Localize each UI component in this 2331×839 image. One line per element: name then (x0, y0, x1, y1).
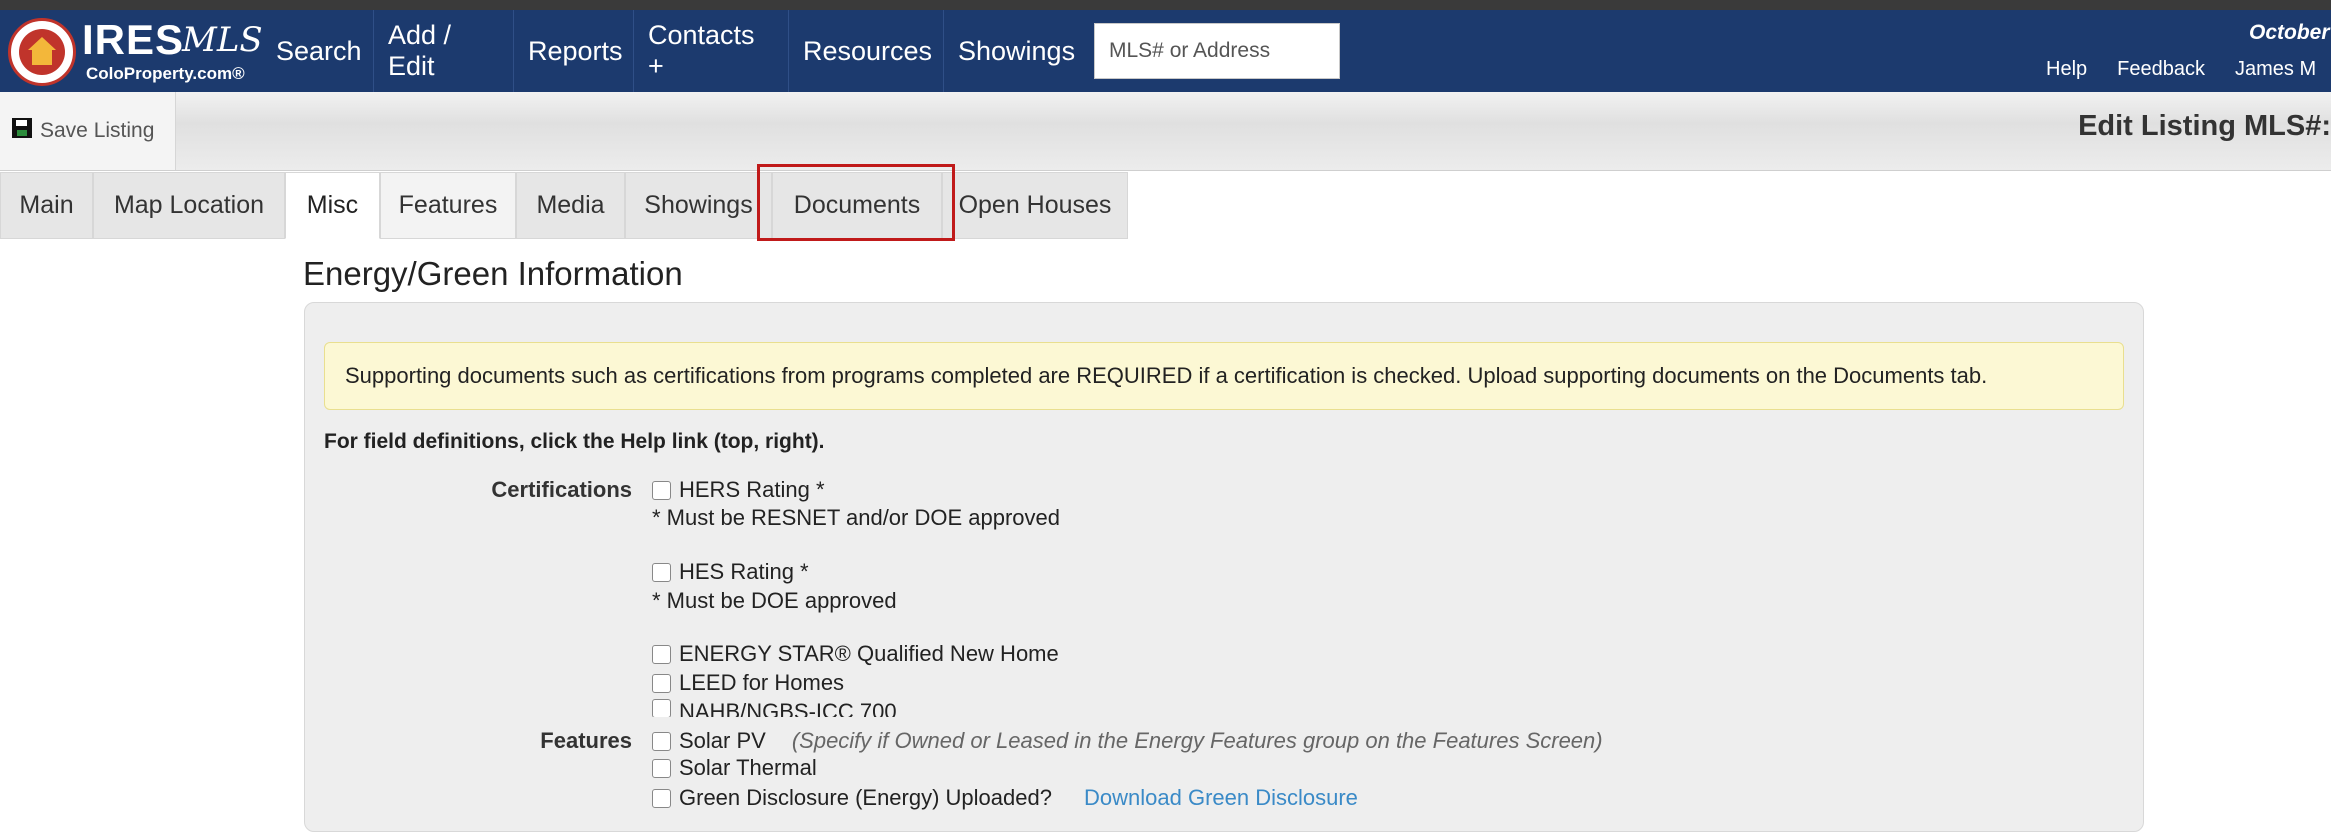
leed-checkbox[interactable] (652, 673, 671, 693)
nav-resources[interactable]: Resources (789, 10, 944, 92)
user-menu[interactable]: James M (2235, 56, 2316, 82)
nav-search[interactable]: Search (262, 10, 374, 92)
nahb-row: NAHB/NGBS-ICC 700 (652, 699, 897, 717)
hes-rating-row: HES Rating * (652, 559, 809, 585)
hers-rating-row: HERS Rating * (652, 477, 825, 503)
section-title: Energy/Green Information (303, 255, 683, 292)
solar-pv-checkbox[interactable] (652, 731, 671, 751)
tab-showings[interactable]: Showings (625, 172, 772, 239)
hes-rating-note: * Must be DOE approved (652, 588, 897, 613)
nahb-checkbox[interactable] (652, 699, 671, 717)
energy-star-checkbox[interactable] (652, 644, 671, 664)
nav-add-edit[interactable]: Add / Edit (374, 10, 514, 92)
green-disclosure-row: Green Disclosure (Energy) Uploaded? (652, 785, 1052, 811)
top-links: Help Feedback James M (2046, 56, 2316, 82)
date-text: October (2249, 21, 2330, 44)
nav-showings[interactable]: Showings (944, 10, 1092, 92)
nav-contacts[interactable]: Contacts + (634, 10, 789, 92)
solar-thermal-row: Solar Thermal (652, 757, 817, 779)
green-disclosure-checkbox[interactable] (652, 788, 671, 808)
tab-open-houses[interactable]: Open Houses (942, 172, 1128, 239)
documents-notice: Supporting documents such as certificati… (324, 342, 2124, 410)
tab-documents[interactable]: Documents (772, 172, 942, 239)
certifications-label: Certifications (491, 477, 632, 502)
logo-script: MLS (182, 20, 263, 60)
leed-row: LEED for Homes (652, 670, 844, 696)
floppy-disk-icon (12, 118, 32, 138)
features-label: Features (540, 728, 632, 753)
energy-star-label: ENERGY STAR® Qualified New Home (679, 641, 1059, 666)
hes-rating-checkbox[interactable] (652, 562, 671, 582)
tab-bar: Main Map Location Misc Features Media Sh… (0, 172, 2331, 240)
mls-search-input[interactable] (1094, 23, 1340, 79)
solar-pv-label: Solar PV (679, 728, 766, 753)
solar-pv-row: Solar PV (Specify if Owned or Leased in … (652, 728, 1603, 754)
tab-map-location[interactable]: Map Location (93, 172, 285, 239)
energy-star-row: ENERGY STAR® Qualified New Home (652, 641, 1059, 667)
hers-rating-label: HERS Rating * (679, 477, 825, 502)
hers-rating-note: * Must be RESNET and/or DOE approved (652, 505, 1061, 530)
edit-listing-title: Edit Listing MLS#: (2078, 110, 2331, 142)
nav-reports[interactable]: Reports (514, 10, 634, 92)
hers-rating-checkbox[interactable] (652, 480, 671, 500)
solar-thermal-checkbox[interactable] (652, 758, 671, 778)
tab-media[interactable]: Media (516, 172, 625, 239)
help-link[interactable]: Help (2046, 56, 2087, 82)
nahb-label: NAHB/NGBS-ICC 700 (679, 699, 897, 717)
window-top-border (0, 0, 2331, 10)
save-listing-label: Save Listing (40, 119, 155, 142)
tab-misc[interactable]: Misc (285, 172, 380, 239)
logo-wordmark: IRES (82, 16, 185, 63)
logo-subtitle: ColoProperty.com® (86, 64, 245, 83)
feedback-link[interactable]: Feedback (2117, 56, 2205, 82)
leed-label: LEED for Homes (679, 670, 845, 695)
hes-rating-label: HES Rating * (679, 559, 809, 584)
tab-features[interactable]: Features (380, 172, 516, 239)
notice-text: Supporting documents such as certificati… (345, 363, 1988, 388)
download-green-disclosure-link[interactable]: Download Green Disclosure (1084, 785, 1358, 811)
solar-pv-hint: (Specify if Owned or Leased in the Energ… (791, 728, 1603, 753)
top-navbar: IRES MLS ColoProperty.com® Search Add / … (0, 10, 2331, 92)
main-nav: Search Add / Edit Reports Contacts + Res… (262, 10, 1092, 92)
tab-main[interactable]: Main (0, 172, 93, 239)
solar-thermal-label: Solar Thermal (679, 757, 817, 779)
house-logo-icon (8, 18, 76, 86)
listing-toolbar: Save Listing Edit Listing MLS#: (0, 92, 2331, 171)
save-listing-button[interactable]: Save Listing (0, 92, 176, 170)
field-definitions-help: For field definitions, click the Help li… (324, 430, 825, 453)
ires-mls-logo[interactable]: IRES MLS ColoProperty.com® (6, 16, 263, 88)
green-disclosure-label: Green Disclosure (Energy) Uploaded? (679, 785, 1052, 810)
